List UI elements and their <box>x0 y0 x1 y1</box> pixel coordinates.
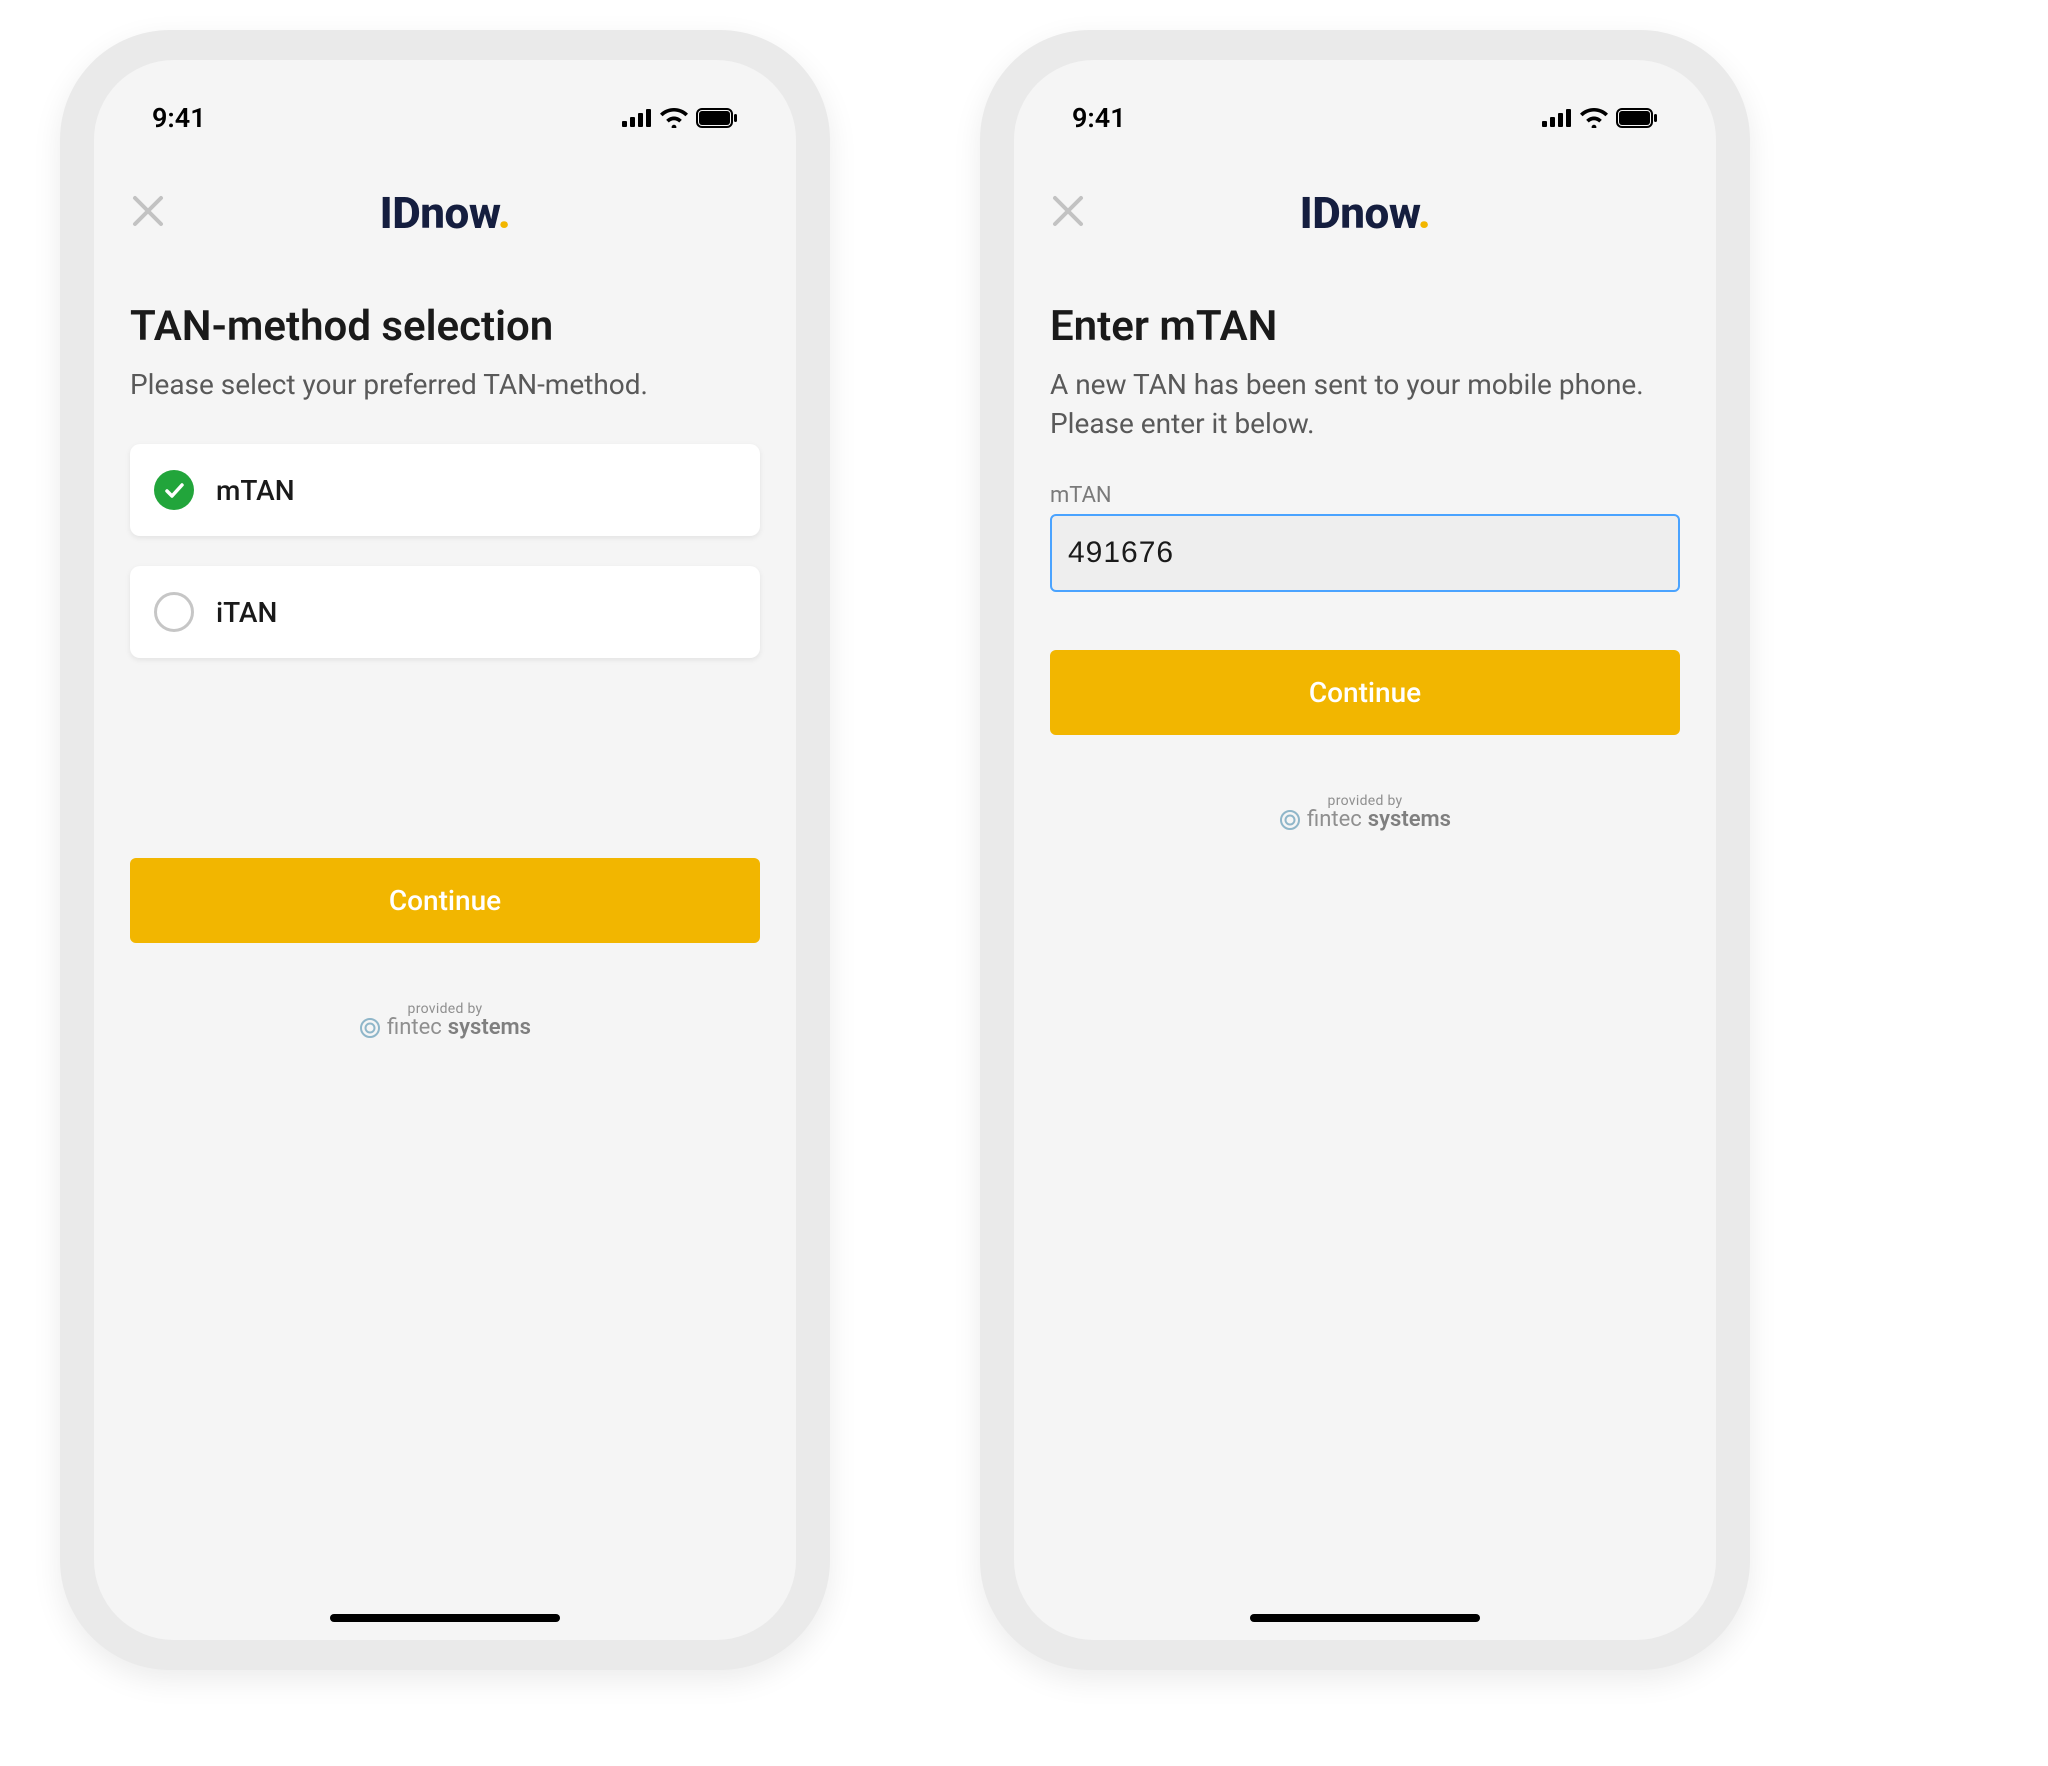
status-icons <box>1542 108 1658 128</box>
radio-unselected-icon <box>154 592 194 632</box>
tan-option-mtan[interactable]: mTAN <box>130 444 760 536</box>
page-title: TAN-method selection <box>130 302 760 351</box>
close-icon <box>1051 194 1085 232</box>
app-header: IDnow. <box>94 178 796 248</box>
close-button[interactable] <box>1046 191 1090 235</box>
mtan-input[interactable] <box>1050 514 1680 592</box>
content-right: Enter mTAN A new TAN has been sent to yo… <box>1014 248 1716 835</box>
wifi-icon <box>1580 108 1608 128</box>
mtan-field-label: mTAN <box>1050 483 1680 508</box>
continue-button-label: Continue <box>1309 676 1421 709</box>
phone-screen-left: 9:41 <box>94 60 796 1640</box>
status-bar: 9:41 <box>94 60 796 150</box>
app-logo-text: IDnow <box>380 187 498 239</box>
app-logo: IDnow. <box>1300 187 1431 239</box>
close-button[interactable] <box>126 191 170 235</box>
content-left: TAN-method selection Please select your … <box>94 248 796 1043</box>
signal-icon <box>622 109 652 127</box>
radio-selected-icon <box>154 470 194 510</box>
fintec-logo-icon <box>1279 809 1301 831</box>
app-logo: IDnow. <box>380 187 511 239</box>
provided-by-brand-suffix: systems <box>448 1015 531 1040</box>
provided-by-brand: fintecsystems <box>1279 807 1451 832</box>
page-title: Enter mTAN <box>1050 302 1680 351</box>
battery-icon <box>696 108 738 128</box>
continue-button-label: Continue <box>389 884 501 917</box>
home-indicator[interactable] <box>330 1614 560 1622</box>
battery-icon <box>1616 108 1658 128</box>
phone-frame-left: 9:41 <box>60 30 830 1670</box>
wifi-icon <box>660 108 688 128</box>
provided-by-brand: fintecsystems <box>359 1015 531 1040</box>
app-logo-dot: . <box>1418 187 1431 239</box>
app-logo-dot: . <box>498 187 511 239</box>
page-subtitle: A new TAN has been sent to your mobile p… <box>1050 365 1680 443</box>
status-time: 9:41 <box>1072 102 1126 134</box>
fintec-logo-icon <box>359 1017 381 1039</box>
provided-by: provided by fintecsystems <box>1050 793 1680 835</box>
page-subtitle: Please select your preferred TAN-method. <box>130 365 760 404</box>
phone-frame-right: 9:41 <box>980 30 1750 1670</box>
tan-option-label: iTAN <box>216 596 277 629</box>
provided-by-brand-prefix: fintec <box>1307 807 1362 832</box>
continue-button[interactable]: Continue <box>1050 650 1680 735</box>
provided-by-brand-suffix: systems <box>1368 807 1451 832</box>
phone-screen-right: 9:41 <box>1014 60 1716 1640</box>
app-logo-text: IDnow <box>1300 187 1418 239</box>
home-indicator[interactable] <box>1250 1614 1480 1622</box>
tan-option-label: mTAN <box>216 474 295 507</box>
status-icons <box>622 108 738 128</box>
provided-by: provided by fintecsystems <box>130 1001 760 1043</box>
signal-icon <box>1542 109 1572 127</box>
provided-by-brand-prefix: fintec <box>387 1015 442 1040</box>
tan-option-itan[interactable]: iTAN <box>130 566 760 658</box>
continue-button[interactable]: Continue <box>130 858 760 943</box>
status-time: 9:41 <box>152 102 206 134</box>
status-bar: 9:41 <box>1014 60 1716 150</box>
app-header: IDnow. <box>1014 178 1716 248</box>
close-icon <box>131 194 165 232</box>
